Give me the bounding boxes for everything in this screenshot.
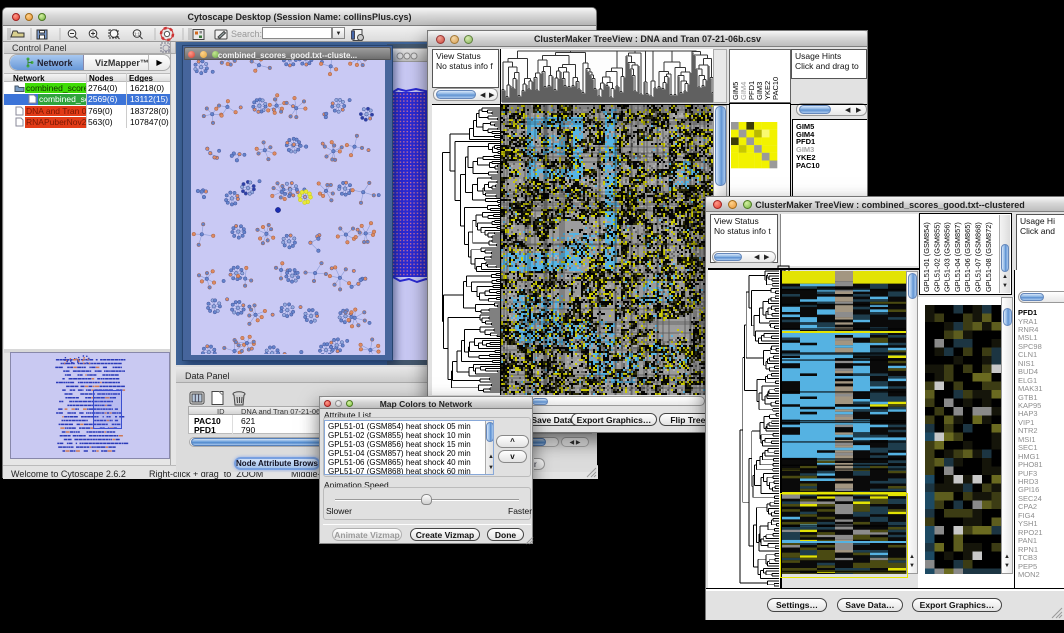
svg-text:GPL51-04 (GSM857): GPL51-04 (GSM857)	[953, 222, 962, 292]
svg-text:GPL51-03 (GSM856): GPL51-03 (GSM856)	[943, 222, 952, 292]
svg-text:GPL51-01 (GSM854): GPL51-01 (GSM854)	[922, 222, 931, 292]
svg-text:GPL51-02 (GSM855): GPL51-02 (GSM855)	[932, 222, 941, 292]
svg-text:1:1: 1:1	[134, 32, 141, 37]
svg-text:PAC10: PAC10	[771, 77, 780, 100]
svg-text:GPL51-07 (GSM868): GPL51-07 (GSM868)	[974, 222, 983, 292]
svg-text:Search:: Search:	[231, 29, 262, 39]
svg-text:GPL51-08 (GSM872): GPL51-08 (GSM872)	[984, 222, 993, 292]
svg-text:GPL51-06 (GSM865): GPL51-06 (GSM865)	[963, 222, 972, 292]
